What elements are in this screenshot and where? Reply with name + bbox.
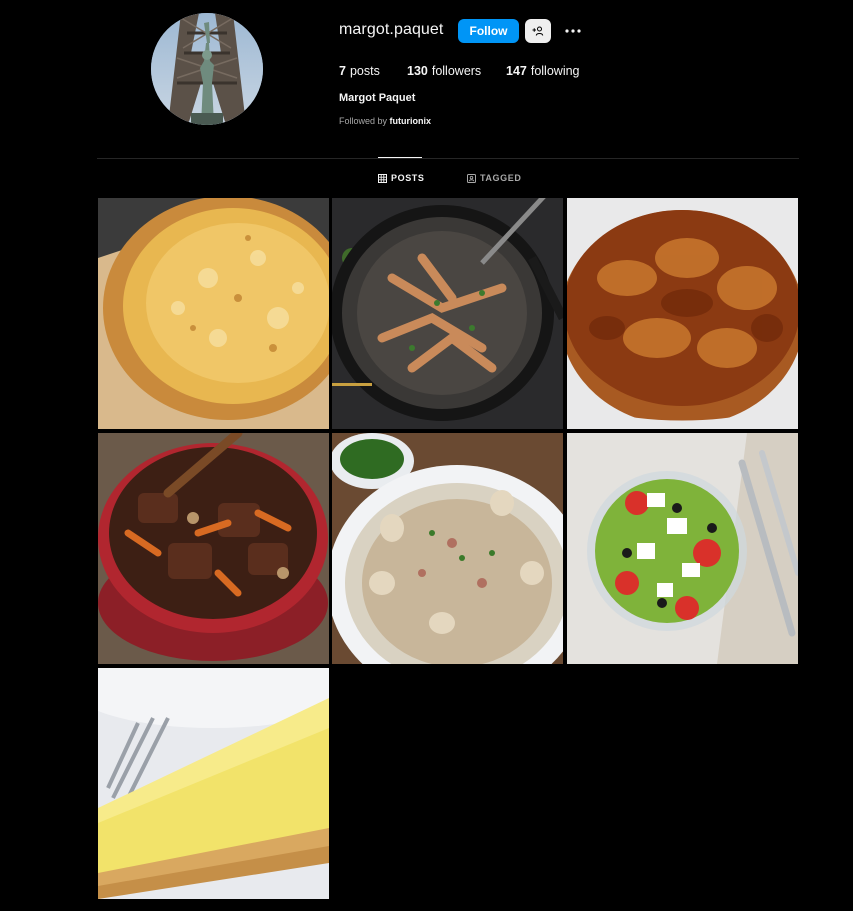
followers-count-label: followers xyxy=(431,64,482,78)
followed-by-user-link[interactable]: futurionix xyxy=(390,116,432,126)
lemon-tart-slice-image xyxy=(98,668,329,899)
active-tab-indicator xyxy=(378,157,422,158)
profile-stats: 7 posts 130 followers 147 following xyxy=(339,64,580,78)
add-user-icon xyxy=(532,26,544,36)
post-cheese-pizza[interactable] xyxy=(98,198,329,429)
post-creamy-chicken-mushrooms[interactable] xyxy=(332,433,563,664)
tagged-icon xyxy=(467,173,476,183)
tab-posts-label: POSTS xyxy=(391,173,425,183)
greek-salad-image xyxy=(567,433,798,664)
followed-by-prefix: Followed by xyxy=(339,116,388,126)
profile-avatar[interactable] xyxy=(151,13,263,125)
tarte-tatin-image xyxy=(567,198,798,429)
post-greek-salad[interactable] xyxy=(567,433,798,664)
followers-link[interactable]: 130 followers xyxy=(407,64,506,78)
frog-legs-pan-image xyxy=(332,198,563,429)
posts-count: 7 posts xyxy=(339,64,407,78)
more-options-button[interactable] xyxy=(562,21,584,41)
post-tarte-tatin[interactable] xyxy=(567,198,798,429)
suggested-users-button[interactable] xyxy=(525,19,551,43)
profile-full-name: Margot Paquet xyxy=(339,92,416,104)
cheese-pizza-image xyxy=(98,198,329,429)
tab-tagged-label: TAGGED xyxy=(480,173,522,183)
post-lemon-tart-slice[interactable] xyxy=(98,668,329,899)
following-count-label: following xyxy=(530,64,580,78)
followed-by-text: Followed by futurionix xyxy=(339,116,431,126)
tab-posts[interactable]: POSTS xyxy=(378,173,425,183)
tabs-divider xyxy=(97,158,799,159)
followers-count-value: 130 xyxy=(407,64,428,78)
beef-stew-pot-image xyxy=(98,433,329,664)
follow-button[interactable]: Follow xyxy=(458,19,519,43)
profile-username: margot.paquet xyxy=(339,21,444,38)
following-link[interactable]: 147 following xyxy=(506,64,580,78)
grid-icon xyxy=(378,173,387,183)
following-count-value: 147 xyxy=(506,64,527,78)
more-options-icon xyxy=(565,29,581,33)
post-frog-legs-pan[interactable] xyxy=(332,198,563,429)
posts-count-value: 7 xyxy=(339,64,346,78)
profile-page: margot.paquet Follow 7 posts 130 followe… xyxy=(0,0,853,911)
creamy-chicken-mushrooms-image xyxy=(332,433,563,664)
avatar-image xyxy=(151,13,263,125)
posts-count-label: posts xyxy=(349,64,380,78)
post-beef-stew-pot[interactable] xyxy=(98,433,329,664)
tab-tagged[interactable]: TAGGED xyxy=(467,173,521,183)
